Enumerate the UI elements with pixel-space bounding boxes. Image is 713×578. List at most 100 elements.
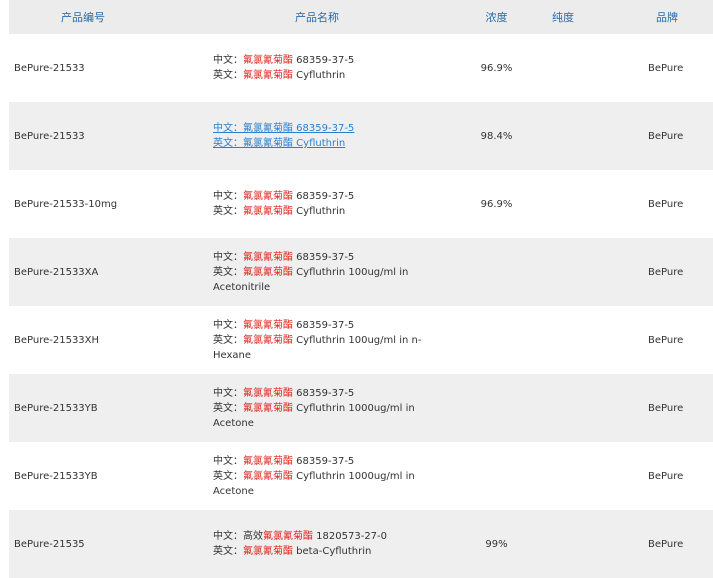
purity-cell	[552, 510, 598, 578]
chinese-name-line: 中文：氟氯氰菊酯 68359-37-5	[213, 454, 441, 469]
product-code-cell: BePure-21533	[9, 34, 201, 102]
english-name-line[interactable]: 英文：氟氯氰菊酯 Cyfluthrin	[213, 136, 441, 151]
english-name-line: 英文：氟氯氰菊酯 Cyfluthrin 1000ug/ml in Acetone	[213, 469, 441, 499]
product-code: BePure-21533YB	[14, 470, 98, 482]
brand-cell: BePure	[598, 442, 713, 510]
purity-cell	[552, 442, 598, 510]
product-name-cell: 中文：氟氯氰菊酯 68359-37-5 英文：氟氯氰菊酯 Cyfluthrin	[201, 102, 441, 170]
concentration-value: 96.9%	[480, 62, 513, 74]
product-name-cell: 中文：氟氯氰菊酯 68359-37-5 英文：氟氯氰菊酯 Cyfluthrin …	[201, 442, 441, 510]
table-row[interactable]: BePure-21533YB 中文：氟氯氰菊酯 68359-37-5 英文：氟氯…	[9, 374, 713, 442]
header-brand[interactable]: 品牌	[598, 0, 713, 34]
purity-cell	[552, 238, 598, 306]
chinese-label: 中文：	[213, 455, 243, 467]
english-name: Cyfluthrin	[293, 138, 346, 149]
chinese-name-line: 中文：氟氯氰菊酯 68359-37-5	[213, 250, 441, 265]
product-name-cell: 中文：氟氯氰菊酯 68359-37-5 英文：氟氯氰菊酯 Cyfluthrin …	[201, 306, 441, 374]
english-label: 英文：	[213, 138, 243, 149]
english-name-line: 英文：氟氯氰菊酯 Cyfluthrin 1000ug/ml in Acetone	[213, 401, 441, 431]
cas-number: 68359-37-5	[293, 123, 355, 134]
chinese-keyword: 氟氯氰菊酯	[243, 55, 293, 66]
concentration-value: 96.9%	[480, 198, 513, 210]
chinese-label: 中文：	[213, 387, 243, 399]
english-keyword: 氟氯氰菊酯	[243, 70, 293, 81]
product-code-cell: BePure-21533XH	[9, 306, 201, 374]
concentration-cell	[441, 374, 552, 442]
brand-value: BePure	[648, 62, 684, 74]
chinese-name-line: 中文：氟氯氰菊酯 68359-37-5	[213, 189, 441, 204]
concentration-cell: 98.4%	[441, 102, 552, 170]
english-keyword: 氟氯氰菊酯	[243, 138, 293, 149]
chinese-prefix: 高效	[243, 531, 263, 542]
purity-cell	[552, 170, 598, 238]
table-row[interactable]: BePure-21535 中文：高效氟氯氰菊酯 1820573-27-0 英文：…	[9, 510, 713, 578]
concentration-cell: 96.9%	[441, 170, 552, 238]
brand-value: BePure	[648, 402, 684, 414]
english-name: Cyfluthrin	[293, 206, 346, 217]
table-row[interactable]: BePure-21533-10mg 中文：氟氯氰菊酯 68359-37-5 英文…	[9, 170, 713, 238]
table-row[interactable]: BePure-21533 中文：氟氯氰菊酯 68359-37-5 英文：氟氯氰菊…	[9, 102, 713, 170]
english-label: 英文：	[213, 70, 243, 81]
brand-cell: BePure	[598, 238, 713, 306]
product-code-cell: BePure-21533YB	[9, 374, 201, 442]
english-name-line: 英文：氟氯氰菊酯 Cyfluthrin	[213, 204, 441, 219]
brand-cell: BePure	[598, 510, 713, 578]
header-product-name[interactable]: 产品名称	[201, 0, 441, 34]
english-name-line: 英文：氟氯氰菊酯 Cyfluthrin 100ug/ml in Acetonit…	[213, 265, 441, 295]
product-code: BePure-21533	[14, 62, 85, 74]
brand-cell: BePure	[598, 374, 713, 442]
purity-cell	[552, 102, 598, 170]
english-label: 英文：	[213, 206, 243, 217]
table-row[interactable]: BePure-21533YB 中文：氟氯氰菊酯 68359-37-5 英文：氟氯…	[9, 442, 713, 510]
table-row[interactable]: BePure-21533 中文：氟氯氰菊酯 68359-37-5 英文：氟氯氰菊…	[9, 34, 713, 102]
product-name-cell: 中文：氟氯氰菊酯 68359-37-5 英文：氟氯氰菊酯 Cyfluthrin …	[201, 374, 441, 442]
product-code-cell: BePure-21533YB	[9, 442, 201, 510]
english-keyword: 氟氯氰菊酯	[243, 206, 293, 217]
brand-value: BePure	[648, 470, 684, 482]
table-row[interactable]: BePure-21533XA 中文：氟氯氰菊酯 68359-37-5 英文：氟氯…	[9, 238, 713, 306]
product-code: BePure-21533XA	[14, 266, 99, 278]
concentration-cell: 96.9%	[441, 34, 552, 102]
brand-value: BePure	[648, 538, 684, 550]
chinese-keyword: 氟氯氰菊酯	[243, 319, 293, 331]
product-code: BePure-21533	[14, 130, 85, 142]
concentration-value: 98.4%	[480, 130, 513, 142]
product-table: 产品编号 产品名称 浓度 纯度 品牌 BePure-21533 中文：氟氯氰菊酯…	[9, 0, 713, 578]
english-label: 英文：	[213, 470, 243, 482]
chinese-label: 中文：	[213, 531, 243, 542]
product-name-cell: 中文：氟氯氰菊酯 68359-37-5 英文：氟氯氰菊酯 Cyfluthrin	[201, 170, 441, 238]
brand-value: BePure	[648, 198, 684, 210]
header-purity[interactable]: 纯度	[552, 0, 598, 34]
english-keyword: 氟氯氰菊酯	[243, 334, 293, 346]
table-row[interactable]: BePure-21533XH 中文：氟氯氰菊酯 68359-37-5 英文：氟氯…	[9, 306, 713, 374]
chinese-keyword: 氟氯氰菊酯	[243, 123, 293, 134]
chinese-label: 中文：	[213, 55, 243, 66]
brand-value: BePure	[648, 130, 684, 142]
english-name-line: 英文：氟氯氰菊酯 Cyfluthrin 100ug/ml in n-Hexane	[213, 333, 441, 363]
product-code-cell: BePure-21533XA	[9, 238, 201, 306]
chinese-keyword: 氟氯氰菊酯	[243, 191, 293, 202]
chinese-name-line: 中文：高效氟氯氰菊酯 1820573-27-0	[213, 529, 441, 544]
brand-cell: BePure	[598, 170, 713, 238]
concentration-cell	[441, 306, 552, 374]
chinese-name-line: 中文：氟氯氰菊酯 68359-37-5	[213, 53, 441, 68]
brand-cell: BePure	[598, 34, 713, 102]
purity-cell	[552, 306, 598, 374]
english-keyword: 氟氯氰菊酯	[243, 470, 293, 482]
brand-cell: BePure	[598, 102, 713, 170]
header-concentration[interactable]: 浓度	[441, 0, 552, 34]
cas-number: 68359-37-5	[293, 387, 355, 399]
product-code-cell: BePure-21533-10mg	[9, 170, 201, 238]
english-label: 英文：	[213, 402, 243, 414]
table-header-row: 产品编号 产品名称 浓度 纯度 品牌	[9, 0, 713, 34]
header-product-code[interactable]: 产品编号	[9, 0, 201, 34]
english-name-line: 英文：氟氯氰菊酯 beta-Cyfluthrin	[213, 544, 441, 559]
product-code: BePure-21533-10mg	[14, 198, 118, 210]
product-code-cell: BePure-21533	[9, 102, 201, 170]
english-keyword: 氟氯氰菊酯	[243, 402, 293, 414]
chinese-name-line[interactable]: 中文：氟氯氰菊酯 68359-37-5	[213, 121, 441, 136]
product-name-cell: 中文：氟氯氰菊酯 68359-37-5 英文：氟氯氰菊酯 Cyfluthrin …	[201, 238, 441, 306]
purity-cell	[552, 34, 598, 102]
english-name-line: 英文：氟氯氰菊酯 Cyfluthrin	[213, 68, 441, 83]
english-label: 英文：	[213, 546, 243, 557]
